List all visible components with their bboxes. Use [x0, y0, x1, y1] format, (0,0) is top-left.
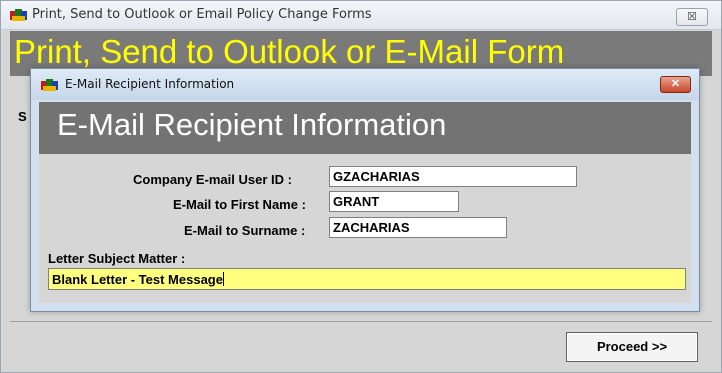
dialog-close-button[interactable]: ✕ [660, 76, 691, 93]
dialog-heading: E-Mail Recipient Information [57, 107, 447, 142]
dialog-title: E-Mail Recipient Information [65, 77, 235, 91]
main-window-title: Print, Send to Outlook or Email Policy C… [32, 7, 372, 22]
first-name-label: E-Mail to First Name : [173, 197, 306, 212]
main-partial-label: S [18, 109, 27, 124]
dialog-titlebar[interactable]: E-Mail Recipient Information ✕ [31, 69, 699, 100]
user-id-label: Company E-mail User ID : [133, 172, 292, 187]
dialog-heading-band: E-Mail Recipient Information [39, 102, 691, 154]
surname-label: E-Mail to Surname : [184, 223, 306, 238]
surname-field[interactable]: ZACHARIAS [329, 217, 507, 238]
user-id-field[interactable]: GZACHARIAS [329, 166, 577, 187]
subject-field[interactable]: Blank Letter - Test Message [48, 268, 686, 290]
subject-value: Blank Letter - Test Message [52, 272, 223, 287]
proceed-button[interactable]: Proceed >> [566, 332, 698, 362]
main-heading: Print, Send to Outlook or E-Mail Form [14, 33, 565, 70]
close-icon: ☒ [687, 11, 697, 23]
first-name-field[interactable]: GRANT [329, 191, 459, 212]
email-recipient-dialog: E-Mail Recipient Information ✕ E-Mail Re… [30, 68, 700, 312]
subject-label: Letter Subject Matter : [48, 251, 186, 266]
dialog-close-icon: ✕ [670, 78, 681, 90]
footer-divider [10, 321, 712, 322]
main-titlebar[interactable]: Print, Send to Outlook or Email Policy C… [1, 1, 721, 30]
text-cursor [222, 272, 224, 286]
app-icon [10, 9, 27, 21]
main-close-button[interactable]: ☒ [676, 8, 708, 26]
dialog-body: E-Mail Recipient Information Company E-m… [39, 102, 691, 303]
dialog-app-icon [41, 79, 58, 91]
